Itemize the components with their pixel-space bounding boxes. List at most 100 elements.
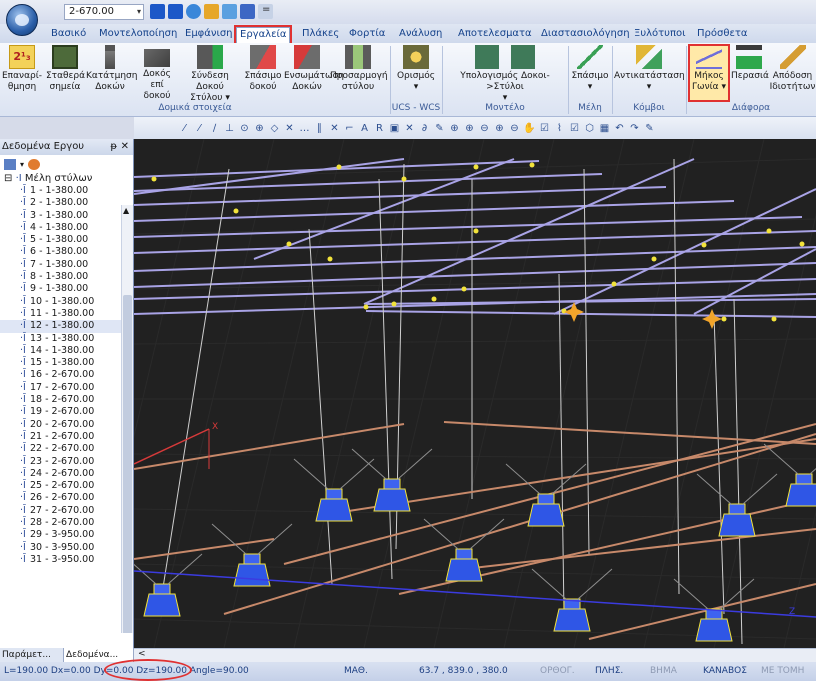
brush-icon[interactable]: ✎ [643,122,656,135]
tree-item[interactable]: ·Ī 23 - 2-670.00 [0,456,133,468]
tree-root[interactable]: ⊟ ·Ī Μέλη στύλων [0,173,133,185]
split-member-button[interactable]: Σπάσιμο ▾ [570,45,610,101]
structural-model-view[interactable]: XZ [134,139,816,648]
tree-item[interactable]: ·Ī 12 - 1-380.00 [0,320,133,333]
chart-icon[interactable]: ▦ [598,122,611,135]
nearest-icon[interactable]: ⌐ [343,122,356,135]
status-ortho[interactable]: ΟΡΘΟΓ. [540,662,575,681]
tree-item[interactable]: ·Ī 24 - 2-670.00 [0,468,133,480]
save-icon[interactable] [240,4,255,19]
erase-icon[interactable]: ✕ [403,122,416,135]
tree-item[interactable]: ·Ī 10 - 1-380.00 [0,296,133,308]
chevron-down-icon[interactable]: ▾ [20,160,24,169]
tree-item[interactable]: ·Ī 4 - 1-380.00 [0,222,133,234]
beam-segment-button[interactable]: Κατάτμηση Δοκών [86,45,137,101]
globe-icon[interactable] [186,4,201,19]
snap-icon[interactable]: ▣ [388,122,401,135]
tree-item[interactable]: ·Ī 5 - 1-380.00 [0,234,133,246]
assign-properties-button[interactable]: Απόδοση Ιδιοτήτων [769,45,816,101]
cross-icon[interactable]: ✕ [328,122,341,135]
beam-column-link-button[interactable]: Σύνδεση Δοκού Στύλου ▾ [180,45,240,103]
fixed-points-button[interactable]: Σταθερά σημεία [46,45,85,101]
tree-item[interactable]: ·Ī 20 - 2-670.00 [0,419,133,431]
tree-item[interactable]: ·Ī 27 - 2-670.00 [0,505,133,517]
status-math[interactable]: ΜΑΘ. [344,662,368,681]
pan-icon[interactable]: ✋ [523,122,536,135]
wave-icon[interactable]: ⌇ [553,122,566,135]
status-grid[interactable]: ΚΑΝΑΒΟΣ [703,662,747,681]
tree-item[interactable]: ·Ī 14 - 1-380.00 [0,345,133,357]
status-step[interactable]: ΒΗΜΑ [650,662,677,681]
tree-item[interactable]: ·Ī 8 - 1-380.00 [0,271,133,283]
tree-item[interactable]: ·Ī 3 - 1-380.00 [0,210,133,222]
3d-viewport[interactable]: XZ [134,139,816,648]
zoom-out-icon[interactable]: ⊖ [508,122,521,135]
close-icon[interactable]: ✕ [121,139,129,155]
tree-item[interactable]: ·Ī 1 - 1-380.00 [0,185,133,197]
zoom-all-icon[interactable]: ⊕ [493,122,506,135]
tree-item[interactable]: ·Ī 25 - 2-670.00 [0,480,133,492]
tree-item[interactable]: ·Ī 29 - 3-950.00 [0,529,133,541]
tab-results[interactable]: Αποτελεσματα [455,27,535,43]
tree-item[interactable]: ·Ī 7 - 1-380.00 [0,259,133,271]
intersection-icon[interactable]: ✕ [283,122,296,135]
line-icon[interactable]: ⁄ [178,122,191,135]
tree-item[interactable]: ·Ī 6 - 1-380.00 [0,246,133,258]
tree-item[interactable]: ·Ī 30 - 3-950.00 [0,542,133,554]
status-plis[interactable]: ΠΛΗΣ. [595,662,623,681]
tree-item[interactable]: ·Ī 28 - 2-670.00 [0,517,133,529]
attach-icon[interactable]: ∂ [418,122,431,135]
center-icon[interactable]: ⊙ [238,122,251,135]
tree-item[interactable]: ·Ī 16 - 2-670.00 [0,369,133,381]
application-menu-button[interactable] [6,4,38,36]
polyline-icon[interactable]: ⁄ [193,122,206,135]
tab-slabs[interactable]: Πλάκες [299,27,342,43]
undo-icon[interactable]: ↶ [613,122,626,135]
tangent-icon[interactable]: ◇ [268,122,281,135]
tree-item[interactable]: ·Ī 18 - 2-670.00 [0,394,133,406]
scrollbar-thumb[interactable] [123,295,132,633]
tree-item[interactable]: ·Ī 13 - 1-380.00 [0,333,133,345]
refresh-icon[interactable] [28,158,41,170]
adjust-column-button[interactable]: Προσαρμογή στύλου [330,45,388,101]
view-icon[interactable] [222,4,237,19]
tab-addons[interactable]: Πρόσθετα [694,27,750,43]
arrow-down-icon[interactable] [168,4,183,19]
tree-item[interactable]: ·Ī 17 - 2-670.00 [0,382,133,394]
tab-formwork[interactable]: Ξυλότυποι [631,27,688,43]
tree-item[interactable]: ·Ī 31 - 3-950.00 [0,554,133,566]
tab-analysis[interactable]: Ανάλυση [396,27,445,43]
tree-item[interactable]: ·Ī 21 - 2-670.00 [0,431,133,443]
tab-project-data[interactable]: Δεδομένα... [64,648,134,662]
vertical-scrollbar[interactable]: ▲ ▼ [121,205,133,633]
renumber-button[interactable]: 2¹₃ Επαναρί- θμηση [2,45,42,101]
tree-item[interactable]: ·Ī 9 - 1-380.00 [0,283,133,295]
tab-view[interactable]: Εμφάνιση [182,27,236,43]
tab-modeling[interactable]: Μοντελοποίηση [96,27,180,43]
scroll-up-icon[interactable]: ▲ [123,206,129,215]
pencil-icon[interactable]: ✎ [433,122,446,135]
tree-item[interactable]: ·Ī 19 - 2-670.00 [0,406,133,418]
tab-tools[interactable]: Εργαλεία [233,25,293,45]
tree-item[interactable]: ·Ī 26 - 2-670.00 [0,492,133,504]
define-ucs-button[interactable]: Ορισμός ▾ [393,45,439,101]
status-section[interactable]: ΜΕ ΤΟΜΗ [761,662,804,681]
tree-item[interactable]: ·Ī 11 - 1-380.00 [0,308,133,320]
arc-icon[interactable]: ∕ [208,122,221,135]
tree-item[interactable]: ·Ī 22 - 2-670.00 [0,443,133,455]
perasia-button[interactable]: Περασιά [731,45,769,101]
shield-icon[interactable]: ⬡ [583,122,596,135]
quick-access-more[interactable]: = [262,4,270,15]
check-icon[interactable]: ☑ [568,122,581,135]
zoom-window-icon[interactable]: ⊕ [463,122,476,135]
tab-parameters[interactable]: Παράμετ... [0,648,64,662]
level-combo[interactable]: 2-670.00 ▾ [64,4,144,20]
zoom-prev-icon[interactable]: ⊖ [478,122,491,135]
collapse-icon[interactable]: ⊟ [4,173,12,184]
scroll-left-icon[interactable]: < [138,649,146,659]
tab-basic[interactable]: Βασικό [48,27,89,43]
length-angle-button[interactable]: Μήκος Γωνία ▾ [688,44,730,102]
tree-item[interactable]: ·Ī 15 - 1-380.00 [0,357,133,369]
perpendicular-icon[interactable]: ⊥ [223,122,236,135]
abs-icon[interactable]: A [358,122,371,135]
